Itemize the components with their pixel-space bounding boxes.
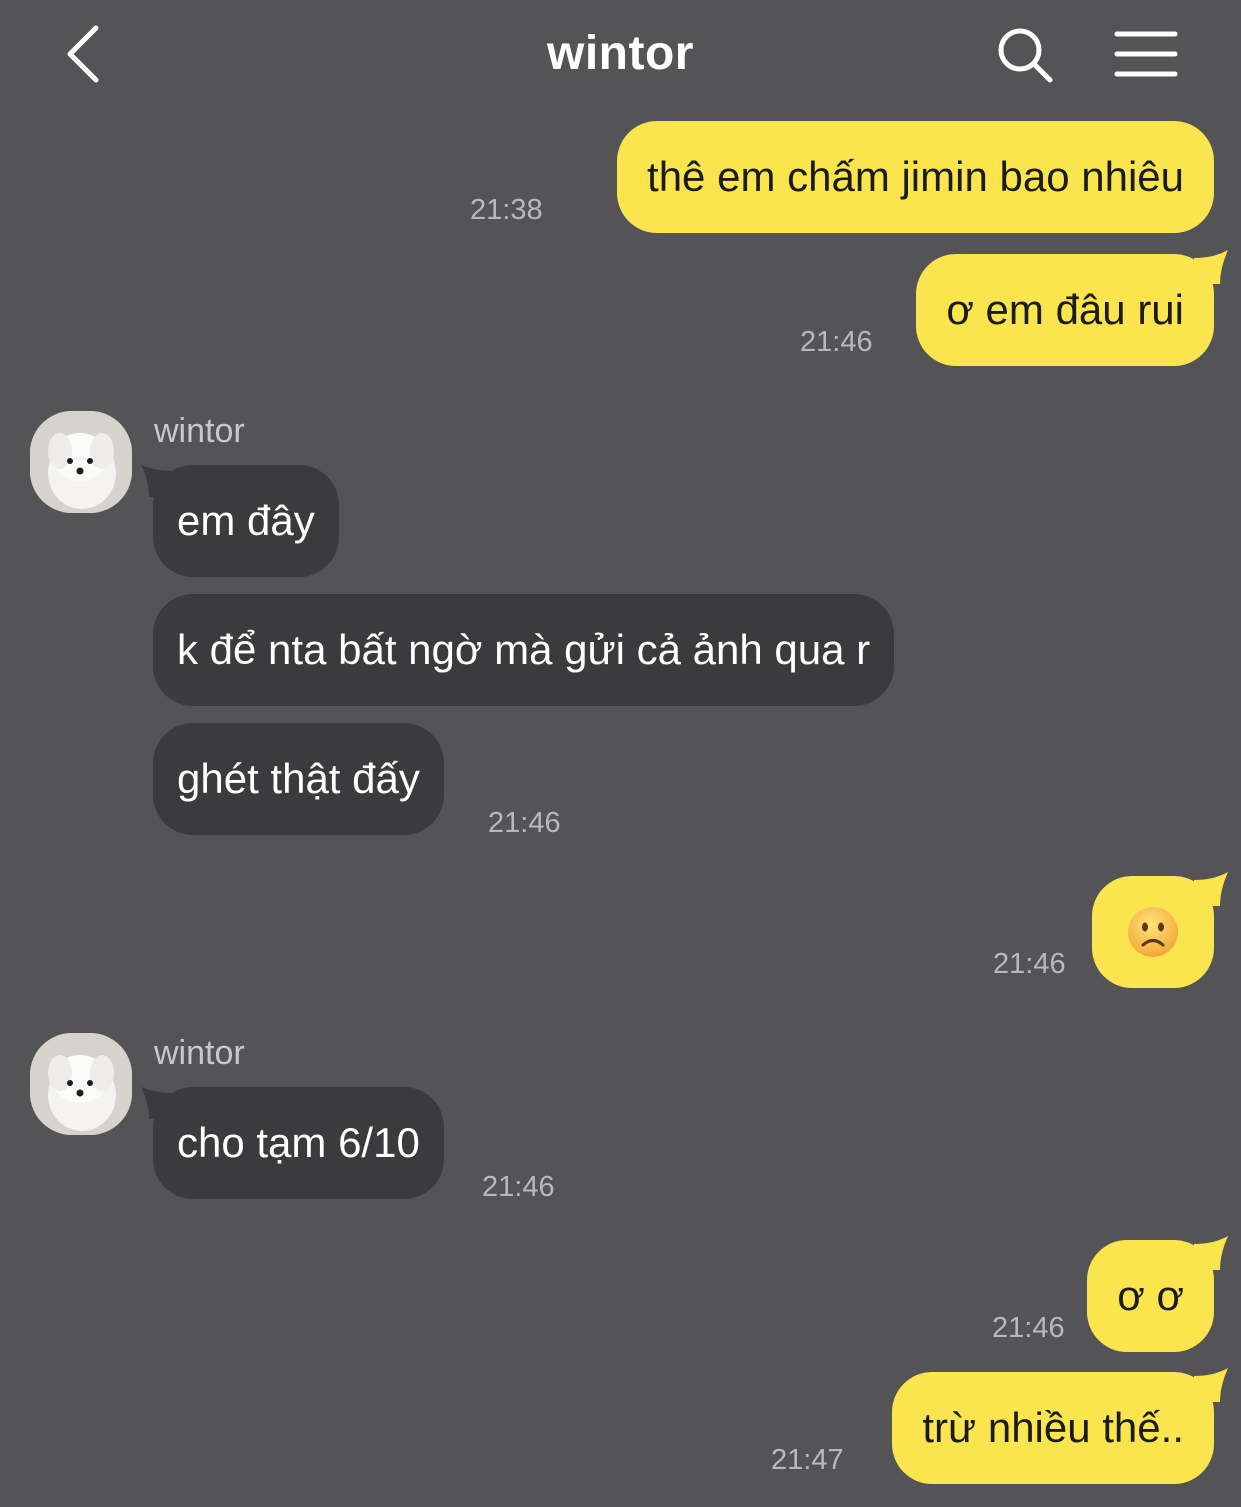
message-text: trừ nhiều thế.. — [922, 1404, 1184, 1451]
my-message-bubble[interactable]: trừ nhiều thế.. — [892, 1368, 1228, 1484]
message-time: 21:46 — [992, 1312, 1065, 1344]
message-time: 21:46 — [993, 948, 1066, 980]
my-message-bubble[interactable]: ơ em đâu rui — [916, 250, 1228, 366]
message-text: cho tạm 6/10 — [177, 1119, 420, 1166]
my-message-bubble[interactable] — [1092, 872, 1228, 988]
avatar[interactable] — [30, 1033, 132, 1135]
bubble-tail — [141, 1087, 175, 1119]
sender-name: wintor — [154, 412, 245, 450]
menu-button[interactable] — [1110, 22, 1182, 86]
message-time: 21:46 — [800, 326, 873, 358]
bubble-tail — [1194, 872, 1228, 906]
their-message-bubble[interactable]: cho tạm 6/10 — [141, 1087, 444, 1199]
their-message-bubble[interactable]: ghét thật đấy — [153, 723, 444, 835]
bubble-tail — [1194, 250, 1228, 284]
bubble-tail — [141, 465, 175, 497]
their-message-bubble[interactable]: k để nta bất ngờ mà gửi cả ảnh qua r — [153, 594, 895, 706]
avatar[interactable] — [30, 411, 132, 513]
message-text: k để nta bất ngờ mà gửi cả ảnh qua r — [177, 626, 871, 673]
message-time: 21:38 — [470, 194, 543, 226]
my-message-bubble[interactable]: ơ ơ — [1087, 1236, 1228, 1352]
bubble-tail — [1194, 1368, 1228, 1402]
message-text: em đây — [177, 497, 315, 544]
message-text: ơ ơ — [1117, 1272, 1184, 1319]
search-button[interactable] — [990, 20, 1060, 90]
message-text: ghét thật đấy — [177, 755, 420, 802]
dog-avatar-image — [30, 411, 132, 513]
slightly-frowning-face-icon — [1128, 906, 1178, 957]
message-time: 21:46 — [488, 807, 561, 839]
message-text: ơ em đâu rui — [946, 286, 1184, 333]
bubble-tail — [1194, 1236, 1228, 1270]
hamburger-menu-icon — [1114, 31, 1178, 77]
dog-avatar-image — [30, 1033, 132, 1135]
my-message-bubble[interactable]: thê em chấm jimin bao nhiêu — [617, 121, 1214, 233]
message-time: 21:47 — [771, 1444, 844, 1476]
chat-header: wintor — [0, 0, 1241, 110]
search-icon — [998, 28, 1053, 83]
message-time: 21:46 — [482, 1171, 555, 1203]
message-text: thê em chấm jimin bao nhiêu — [647, 153, 1184, 200]
sender-name: wintor — [154, 1034, 245, 1072]
their-message-bubble[interactable]: em đây — [141, 465, 339, 577]
